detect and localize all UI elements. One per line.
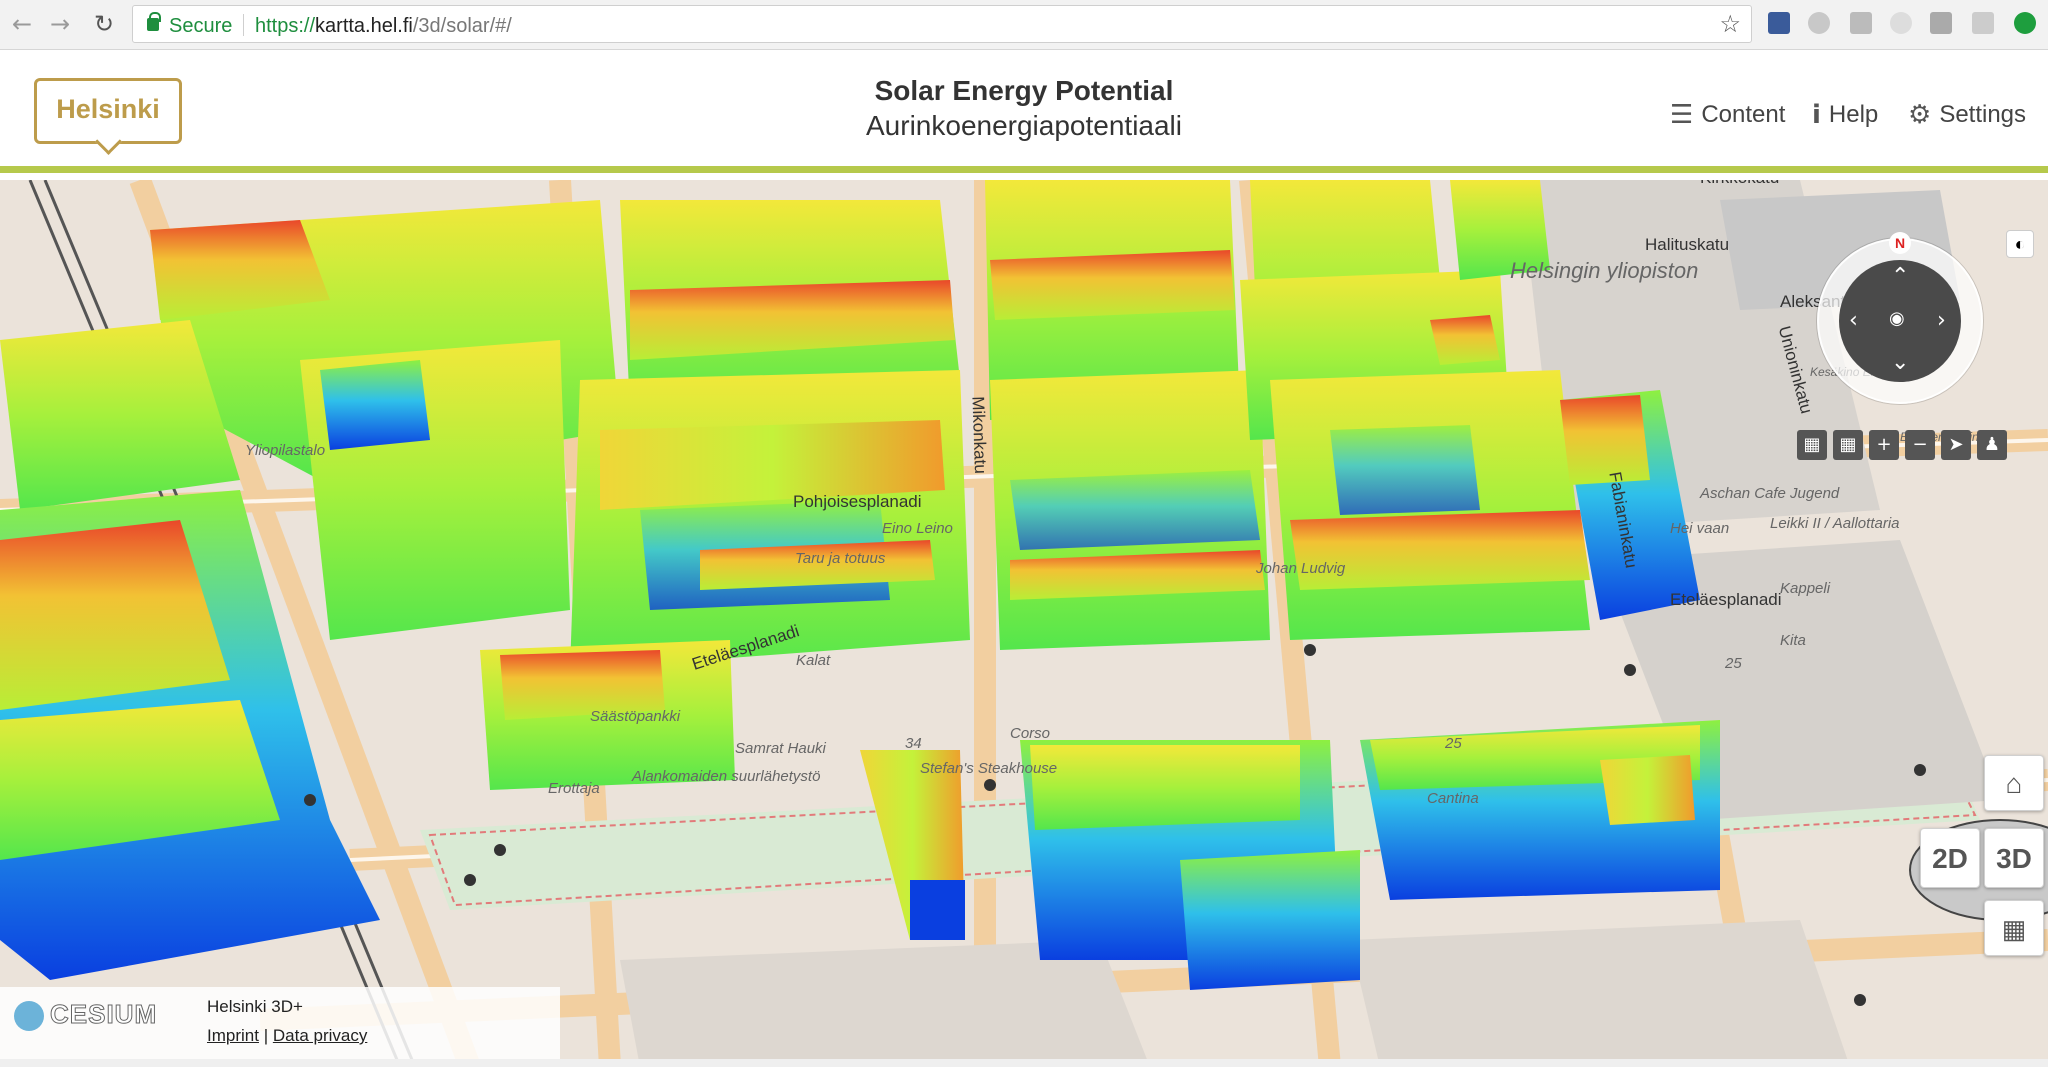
number-label: 34 [905, 735, 922, 752]
navigation-compass[interactable]: N ⌃ ⌄ ‹ › ◉ [1817, 232, 1983, 404]
reload-icon[interactable]: ↻ [90, 10, 118, 38]
attribution-bar [0, 1059, 2048, 1067]
back-icon[interactable]: ← [8, 10, 36, 38]
street-label: Halituskatu [1645, 235, 1730, 254]
place-label: Alankomaiden suurlähetystö [632, 768, 821, 785]
map-tools: ▦ ▦ + − ➤ ♟ [1797, 430, 2007, 460]
footer-links: Imprint | Data privacy [207, 1026, 367, 1046]
eye-icon[interactable]: ◉ [1889, 308, 1905, 330]
place-label: Stefan's Steakhouse [920, 760, 1058, 777]
browser-toolbar: ← → ↻ Secure https://kartta.hel.fi/3d/so… [0, 0, 2048, 50]
map-viewer[interactable]: Pohjoisesplanadi Eteläesplanadi Eteläesp… [0, 180, 2048, 1067]
forward-icon[interactable]: → [46, 10, 74, 38]
number-label: 25 [1445, 735, 1462, 752]
hamburger-icon: ☰ [1670, 100, 1694, 130]
layers-button[interactable]: ▦ [1984, 900, 2044, 956]
tilt-up-icon[interactable]: ⌃ [1891, 266, 1909, 288]
camera-icon[interactable] [1850, 12, 1872, 34]
place-label: Kalat [796, 652, 831, 669]
lock-icon [147, 12, 161, 31]
place-label: Kita [1780, 632, 1806, 649]
extension-icon[interactable] [1972, 12, 1994, 34]
help-label: Help [1828, 101, 1879, 128]
address-bar[interactable]: Secure https://kartta.hel.fi/3d/solar/#/… [132, 5, 1752, 43]
extension-b-icon[interactable] [1808, 12, 1830, 34]
content-menu-button[interactable]: ☰ Content [1670, 97, 1785, 133]
place-label: Eino Leino [882, 520, 953, 537]
url-text[interactable]: https://kartta.hel.fi/3d/solar/#/ [255, 15, 512, 38]
extension-icon[interactable] [1768, 12, 1790, 34]
place-label: Samrat Hauki [735, 740, 826, 757]
help-menu-button[interactable]: i Help [1812, 97, 1878, 133]
imprint-link[interactable]: Imprint [207, 1026, 259, 1045]
cesium-logo-icon [14, 1001, 44, 1031]
place-label: Hei vaan [1670, 520, 1730, 537]
privacy-link[interactable]: Data privacy [273, 1026, 367, 1045]
update-icon[interactable] [2014, 12, 2036, 34]
place-label: Corso [1010, 725, 1051, 742]
gear-icon: ⚙ [1908, 100, 1932, 130]
app-header: Helsinki Solar Energy Potential Aurinkoe… [0, 51, 2048, 173]
home-button[interactable]: ⌂ [1984, 755, 2044, 811]
north-indicator[interactable]: N [1889, 232, 1911, 254]
pedestrian-icon[interactable]: ♟ [1977, 430, 2007, 460]
extension-icon[interactable] [1890, 12, 1912, 34]
home-icon: ⌂ [2005, 768, 2023, 799]
compass-ring[interactable]: ⌃ ⌄ ‹ › ◉ [1839, 260, 1961, 382]
info-icon: i [1812, 100, 1821, 130]
secure-label: Secure [169, 15, 233, 37]
rotate-right-icon[interactable]: › [1937, 310, 1946, 332]
place-label: Cantina [1427, 790, 1479, 807]
place-label: Helsingin yliopiston [1510, 258, 1699, 283]
3d-button[interactable]: 3D [1984, 828, 2044, 888]
map-footer: CESIUM Helsinki 3D+ Imprint | Data priva… [0, 987, 560, 1059]
extension-icon[interactable] [1930, 12, 1952, 34]
map-canvas[interactable] [0, 180, 2048, 1067]
2d-button[interactable]: 2D [1920, 828, 1980, 888]
cesium-logo[interactable]: CESIUM [49, 999, 157, 1030]
place-label: Säästöpankki [590, 708, 681, 725]
place-label: Leikki II / Aallottaria [1770, 515, 1900, 532]
link-separator: | [263, 1026, 269, 1045]
settings-menu-button[interactable]: ⚙ Settings [1908, 97, 2026, 133]
measure-icon[interactable]: ▦ [1797, 430, 1827, 460]
place-label: Kappeli [1780, 580, 1831, 597]
number-label: 25 [1725, 655, 1742, 672]
grid-toggle-icon[interactable]: ▦ [1833, 430, 1863, 460]
rotate-left-icon[interactable]: ‹ [1849, 310, 1858, 332]
settings-label: Settings [1939, 101, 2027, 128]
street-label: Pohjoisesplanadi [793, 492, 922, 511]
locate-icon[interactable]: ➤ [1941, 430, 1971, 460]
star-icon[interactable]: ☆ [1719, 10, 1741, 39]
street-label: Eteläesplanadi [1670, 590, 1782, 609]
url-path: /3d/solar/#/ [412, 15, 512, 37]
contrast-icon[interactable]: ◐ [2006, 230, 2034, 258]
street-label: Mikonkatu [968, 395, 991, 475]
zoom-in-icon[interactable]: + [1869, 430, 1899, 460]
place-label: Johan Ludvig [1256, 560, 1346, 577]
grid-icon: ▦ [2001, 914, 2027, 944]
place-label: Yliopilastalo [245, 442, 326, 459]
url-host: kartta.hel.fi [315, 15, 413, 37]
app-name: Helsinki 3D+ [207, 997, 303, 1016]
place-label: Aschan Cafe Jugend [1700, 485, 1840, 502]
place-label: Taru ja totuus [795, 550, 886, 567]
content-label: Content [1701, 101, 1786, 128]
url-scheme: https:// [255, 15, 316, 37]
tilt-down-icon[interactable]: ⌄ [1891, 352, 1909, 374]
url-separator [243, 14, 244, 36]
street-label: Kirkkokatu [1700, 180, 1779, 188]
zoom-out-icon[interactable]: − [1905, 430, 1935, 460]
place-label: Erottaja [548, 780, 600, 797]
